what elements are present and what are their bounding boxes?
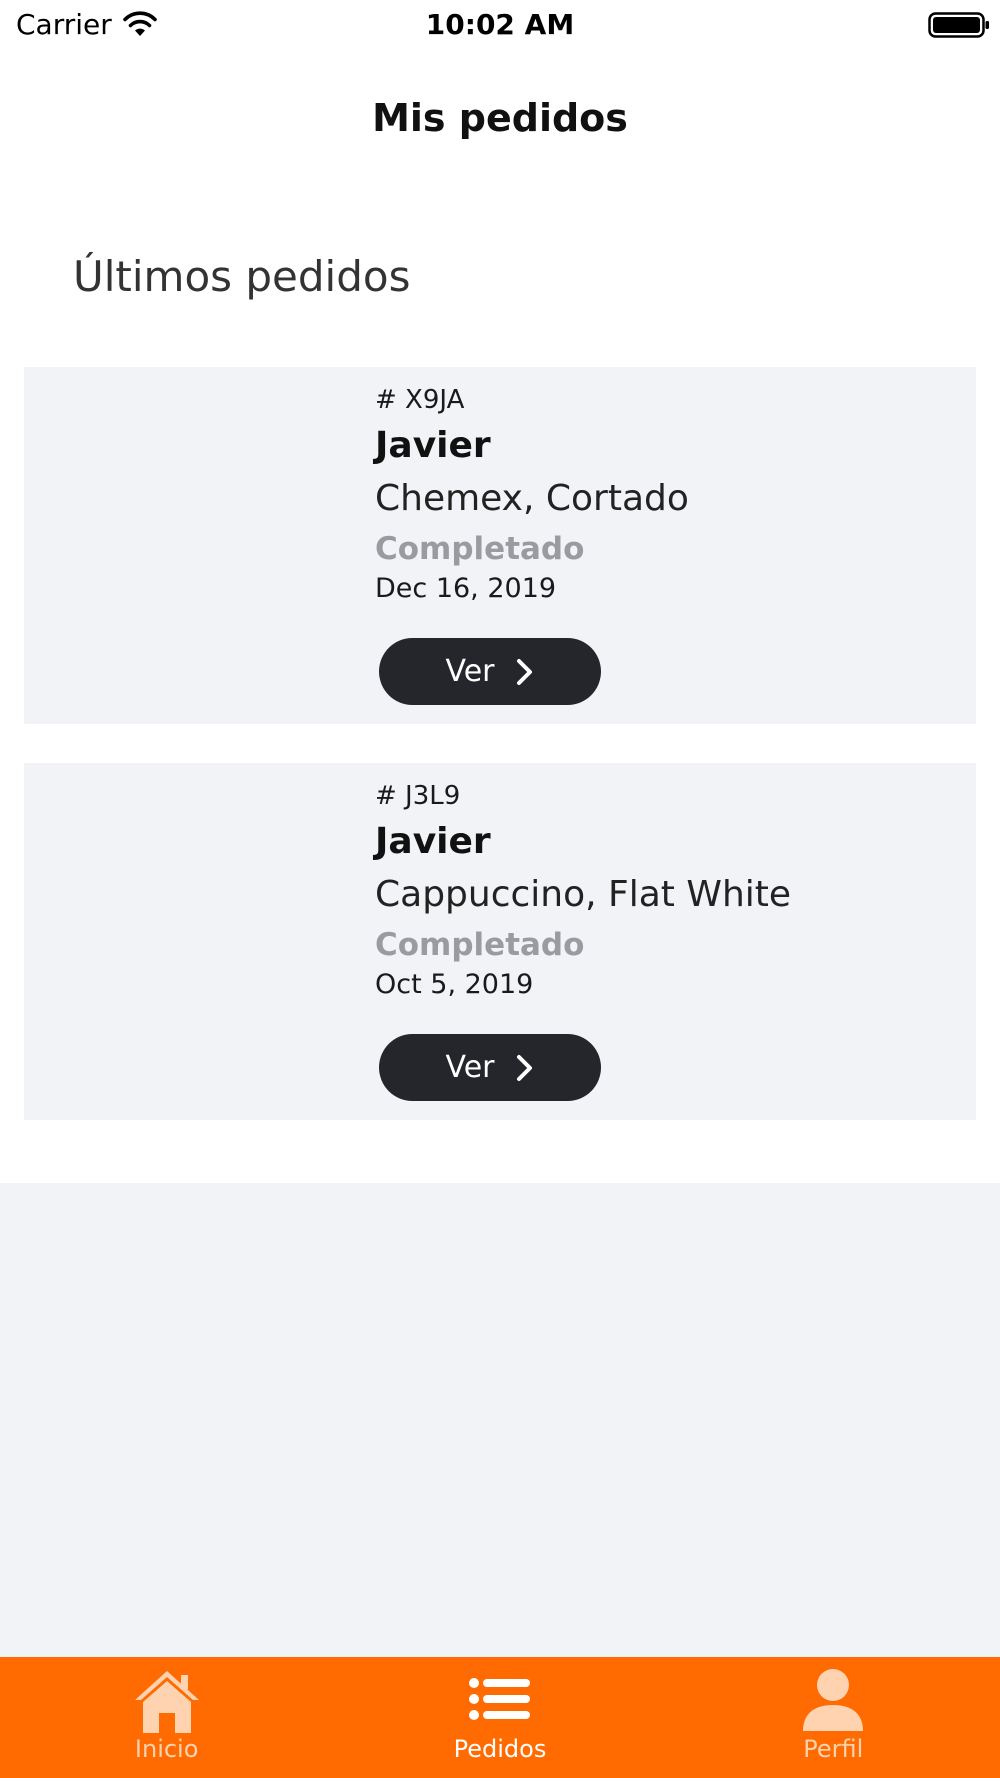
view-button-label: Ver <box>445 654 495 689</box>
tab-perfil[interactable]: Perfil <box>667 1657 1000 1778</box>
view-button-label: Ver <box>445 1050 495 1085</box>
list-icon <box>468 1678 530 1720</box>
order-details: # J3L9 Javier Cappuccino, Flat White Com… <box>375 779 955 1003</box>
battery-icon <box>928 12 989 38</box>
tab-label: Perfil <box>803 1735 864 1763</box>
tab-inicio[interactable]: Inicio <box>0 1657 333 1778</box>
page-title: Mis pedidos <box>372 96 628 140</box>
order-customer: Javier <box>375 821 491 862</box>
order-status: Completado <box>375 927 585 963</box>
section-title: Últimos pedidos <box>73 252 411 301</box>
orders-screen: Carrier 10:02 AM Mis pedidos Últimos ped… <box>0 0 1000 1778</box>
order-items: Chemex, Cortado <box>375 478 689 519</box>
order-details: # X9JA Javier Chemex, Cortado Completado… <box>375 383 955 607</box>
tab-bar: Inicio Pedidos Perfil <box>0 1657 1000 1778</box>
chevron-right-icon <box>517 658 533 685</box>
view-order-button[interactable]: Ver <box>379 638 601 705</box>
user-icon <box>803 1669 864 1731</box>
clock-time: 10:02 AM <box>425 8 575 41</box>
order-id: # X9JA <box>375 385 465 415</box>
order-items: Cappuccino, Flat White <box>375 874 792 915</box>
view-order-button[interactable]: Ver <box>379 1034 601 1101</box>
order-customer: Javier <box>375 425 491 466</box>
tab-pedidos[interactable]: Pedidos <box>333 1657 666 1778</box>
order-card: # J3L9 Javier Cappuccino, Flat White Com… <box>24 763 976 1120</box>
order-card: # X9JA Javier Chemex, Cortado Completado… <box>24 367 976 724</box>
status-bar: Carrier 10:02 AM <box>0 0 1000 50</box>
order-date: Dec 16, 2019 <box>375 573 557 604</box>
home-icon <box>134 1671 199 1733</box>
empty-content-area <box>0 1183 1000 1657</box>
order-status: Completado <box>375 531 585 567</box>
tab-label: Inicio <box>134 1735 199 1763</box>
order-id: # J3L9 <box>375 781 461 811</box>
chevron-right-icon <box>517 1054 533 1081</box>
tab-label: Pedidos <box>453 1735 547 1763</box>
order-date: Oct 5, 2019 <box>375 969 534 1000</box>
